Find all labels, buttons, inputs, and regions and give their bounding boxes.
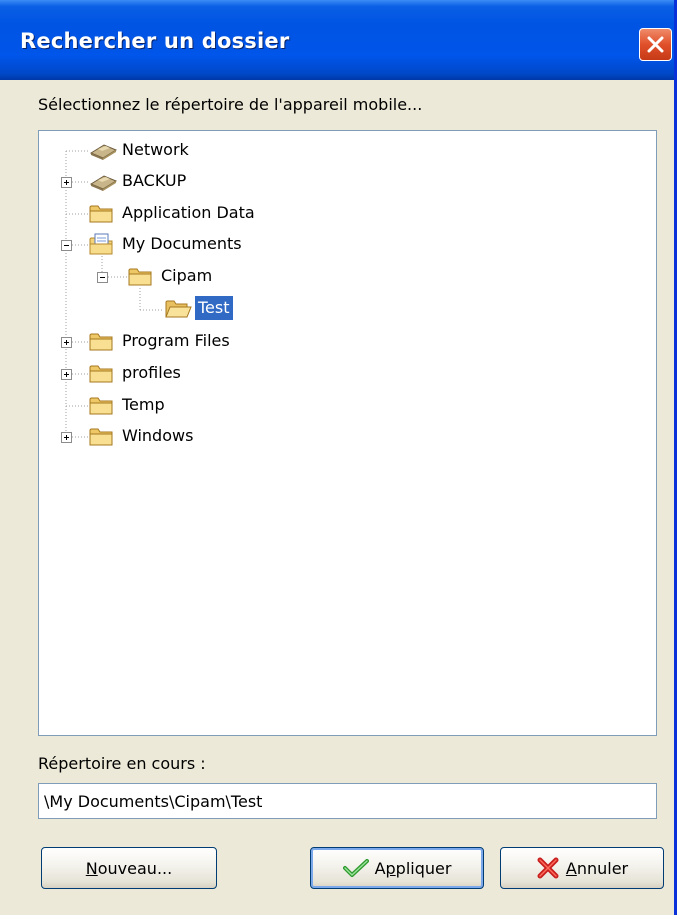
folder-icon — [88, 394, 114, 416]
folder-icon — [88, 330, 114, 352]
tree-node-label: Windows — [122, 426, 194, 445]
new-button-mnemonic: N — [85, 858, 98, 878]
checkmark-icon — [342, 859, 369, 877]
tree-node-label: Program Files — [122, 331, 230, 350]
folder-icon — [88, 202, 114, 224]
red-x-icon — [537, 857, 559, 879]
folder-icon — [88, 425, 114, 447]
cancel-button[interactable]: Annuler — [500, 847, 664, 889]
tree-node-label: Temp — [122, 395, 165, 414]
new-button-label: ouveau... — [97, 858, 173, 878]
tree-node-backup[interactable]: BACKUP — [39, 170, 639, 192]
current-directory-field[interactable] — [38, 783, 657, 819]
tree-node-label: BACKUP — [122, 171, 187, 190]
network-drive-icon — [88, 170, 118, 192]
dialog-title: Rechercher un dossier — [20, 29, 290, 53]
tree-node-label: My Documents — [122, 234, 242, 253]
tree-node-network[interactable]: Network — [39, 139, 639, 161]
close-icon — [647, 36, 664, 53]
folder-tree[interactable]: Network BACKUP Application Data My Document… — [38, 130, 657, 736]
tree-node-my-documents[interactable]: My Documents — [39, 233, 639, 255]
tree-node-application-data[interactable]: Application Data — [39, 202, 639, 224]
cancel-button-mnemonic: A — [565, 858, 577, 878]
tree-node-label: profiles — [122, 363, 181, 382]
network-drive-icon — [88, 139, 118, 161]
apply-button[interactable]: Appliquer — [310, 847, 484, 889]
expand-plus-icon[interactable] — [61, 369, 72, 380]
expand-plus-icon[interactable] — [61, 177, 72, 188]
tree-node-label: Application Data — [122, 203, 255, 222]
tree-node-label: Network — [122, 140, 189, 159]
apply-button-label: pliquer — [395, 858, 452, 878]
documents-folder-icon — [88, 233, 114, 255]
tree-node-windows[interactable]: Windows — [39, 425, 639, 447]
close-button[interactable] — [639, 28, 672, 61]
tree-node-label: Test — [195, 296, 233, 320]
title-bar[interactable]: Rechercher un dossier — [0, 0, 674, 80]
folder-icon — [88, 362, 114, 384]
apply-button-prefix: A — [374, 858, 386, 878]
tree-node-label: Cipam — [161, 266, 213, 285]
instruction-text: Sélectionnez le répertoire de l'appareil… — [38, 95, 423, 114]
current-directory-label: Répertoire en cours : — [38, 754, 206, 773]
folder-icon — [127, 265, 153, 287]
dialog-window: Rechercher un dossier Sélectionnez le ré… — [0, 0, 677, 915]
open-folder-icon — [164, 297, 192, 319]
expand-plus-icon[interactable] — [61, 337, 72, 348]
tree-node-program-files[interactable]: Program Files — [39, 330, 639, 352]
cancel-button-label: nnuler — [576, 858, 629, 878]
expand-plus-icon[interactable] — [61, 432, 72, 443]
tree-node-temp[interactable]: Temp — [39, 394, 639, 416]
tree-node-profiles[interactable]: profiles — [39, 362, 639, 384]
tree-node-test[interactable]: Test — [39, 296, 639, 320]
collapse-minus-icon[interactable] — [97, 272, 108, 283]
collapse-minus-icon[interactable] — [61, 240, 72, 251]
tree-node-cipam[interactable]: Cipam — [39, 265, 639, 287]
apply-button-mnemonic: p — [385, 858, 396, 878]
new-folder-button[interactable]: Nouveau... — [41, 847, 217, 889]
